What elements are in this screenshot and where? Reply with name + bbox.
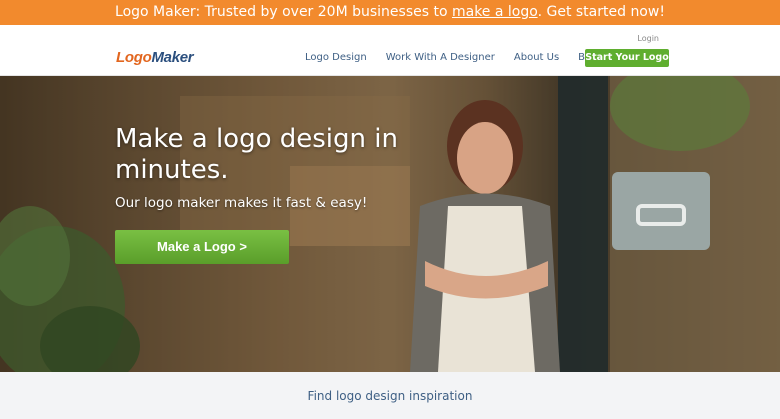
- hero-section: Make a logo design in minutes. Our logo …: [0, 76, 780, 372]
- make-a-logo-button[interactable]: Make a Logo >: [115, 230, 289, 264]
- hero-subheading: Our logo maker makes it fast & easy!: [115, 195, 368, 211]
- logomaker-logo[interactable]: LogoMaker: [116, 49, 194, 66]
- logo-text-maker: Maker: [151, 49, 194, 66]
- main-nav: Logo Design Work With A Designer About U…: [305, 52, 619, 63]
- login-link[interactable]: Login: [637, 34, 659, 43]
- find-inspiration-link[interactable]: Find logo design inspiration: [308, 389, 473, 403]
- nav-work-with-designer[interactable]: Work With A Designer: [386, 52, 495, 63]
- hero-heading: Make a logo design in minutes.: [115, 124, 398, 185]
- nav-logo-design[interactable]: Logo Design: [305, 52, 367, 63]
- promo-text-prefix: Logo Maker: Trusted by over 20M business…: [115, 4, 452, 20]
- site-header: Login LogoMaker Logo Design Work With A …: [0, 25, 780, 76]
- promo-text-suffix: . Get started now!: [537, 4, 665, 20]
- hero-photo: [0, 76, 780, 372]
- promo-make-logo-link[interactable]: make a logo: [452, 4, 538, 20]
- promo-banner: Logo Maker: Trusted by over 20M business…: [0, 0, 780, 25]
- logo-text-logo: Logo: [116, 49, 152, 66]
- nav-about-us[interactable]: About Us: [514, 52, 559, 63]
- start-your-logo-button[interactable]: Start Your Logo: [585, 49, 669, 67]
- inspiration-strip: Find logo design inspiration: [0, 372, 780, 419]
